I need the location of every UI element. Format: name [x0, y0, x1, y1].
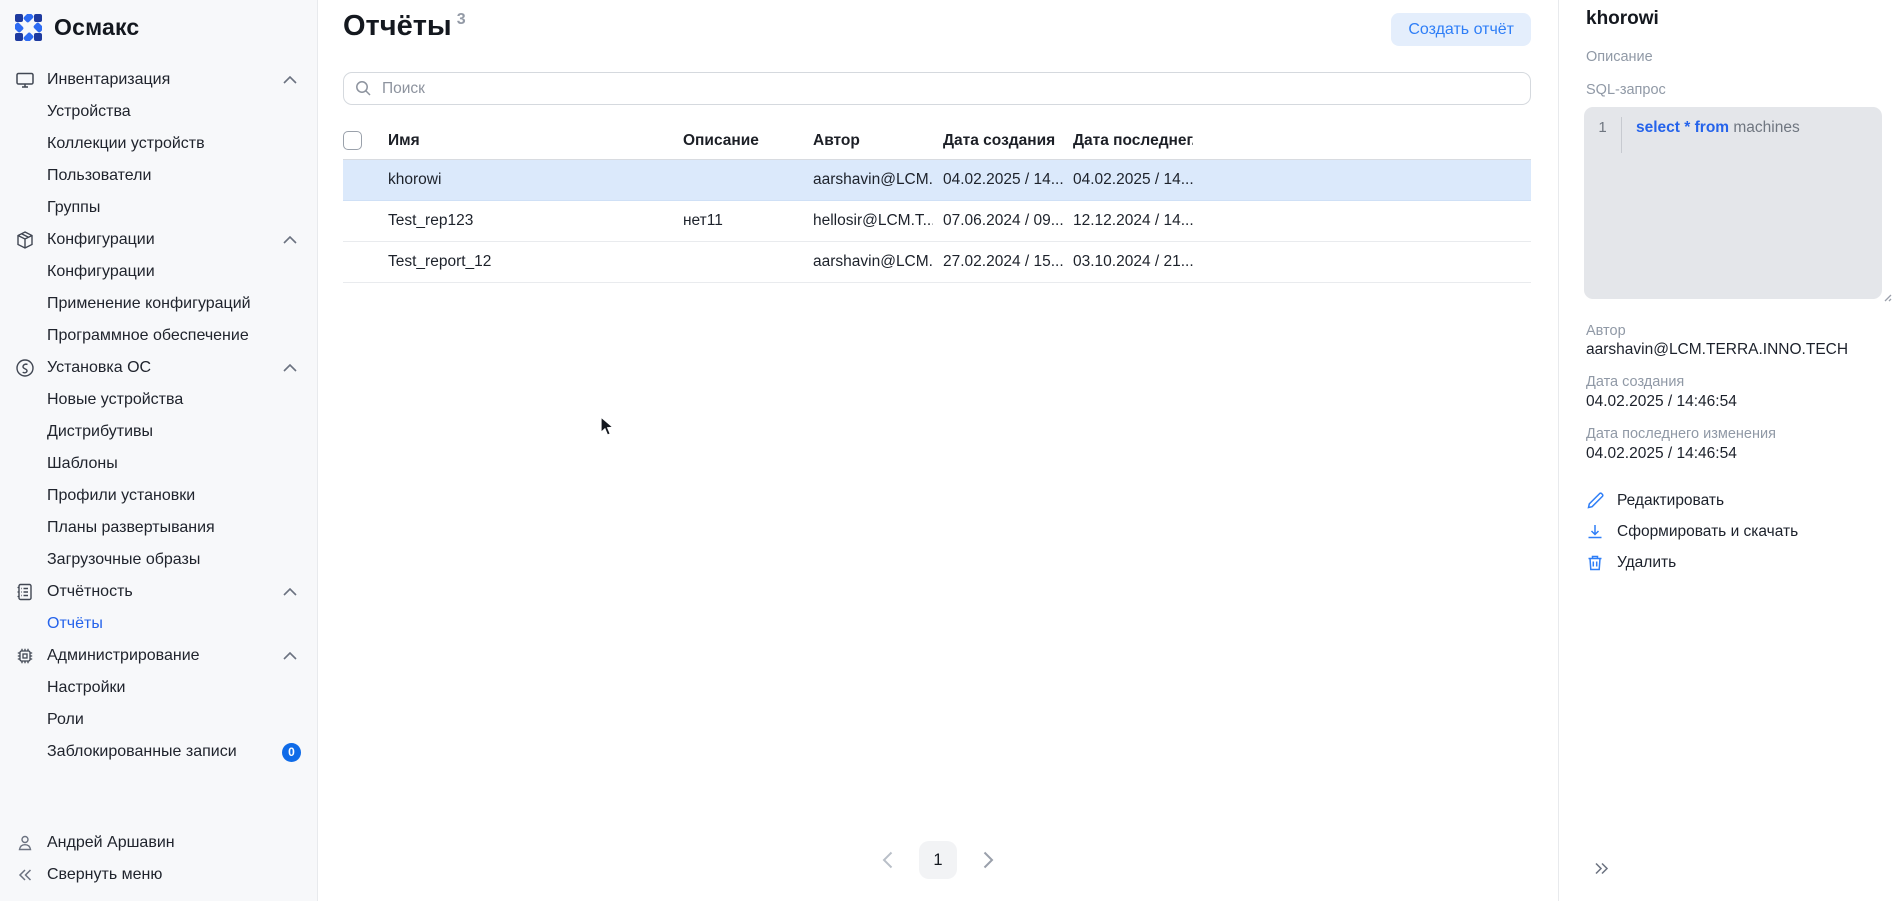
- sidebar-item-device-collections[interactable]: Коллекции устройств: [0, 128, 317, 160]
- sql-label: SQL-запрос: [1586, 82, 1666, 98]
- sidebar-item-blocked-accounts[interactable]: Заблокированные записи 0: [0, 736, 317, 768]
- column-header-name[interactable]: Имя: [388, 132, 673, 150]
- delete-report-button[interactable]: Удалить: [1586, 554, 1676, 572]
- chevron-up-icon: [283, 364, 297, 372]
- select-all-checkbox[interactable]: [343, 131, 362, 150]
- chip-icon: [14, 646, 36, 666]
- app-logo-icon: [15, 14, 42, 41]
- modified-value: 04.02.2025 / 14:46:54: [1586, 445, 1737, 463]
- table-row[interactable]: Test_rep123 нет11 hellosir@LCM.T... 07.0…: [343, 201, 1531, 242]
- column-header-description[interactable]: Описание: [673, 132, 803, 150]
- sidebar-nav: Инвентаризация Устройства Коллекции устр…: [0, 64, 317, 768]
- chevron-up-icon: [283, 236, 297, 244]
- double-chevron-right-icon: [1594, 862, 1609, 875]
- pagination: 1: [318, 841, 1558, 879]
- sidebar-item-roles[interactable]: Роли: [0, 704, 317, 736]
- sidebar-item-reports[interactable]: Отчёты: [0, 608, 317, 640]
- sidebar: Осмакс Инвентаризация Устройства Коллекц…: [0, 0, 318, 901]
- generate-download-button[interactable]: Сформировать и скачать: [1586, 523, 1798, 541]
- report-icon: [14, 582, 36, 602]
- sql-line: 1 select * from machines: [1584, 107, 1882, 147]
- pencil-icon: [1586, 492, 1604, 510]
- blocked-accounts-badge: 0: [282, 743, 301, 762]
- os-install-icon: [14, 358, 36, 378]
- mouse-cursor: [598, 416, 618, 443]
- column-header-modified[interactable]: Дата последнег...: [1063, 132, 1193, 150]
- sidebar-item-boot-images[interactable]: Загрузочные образы: [0, 544, 317, 576]
- sidebar-item-apply-configurations[interactable]: Применение конфигураций: [0, 288, 317, 320]
- edit-report-button[interactable]: Редактировать: [1586, 492, 1724, 510]
- expand-panel-button[interactable]: [1594, 862, 1609, 875]
- created-value: 04.02.2025 / 14:46:54: [1586, 393, 1737, 411]
- download-icon: [1586, 523, 1604, 541]
- user-icon: [14, 834, 36, 852]
- sidebar-footer: Андрей Аршавин Свернуть меню: [0, 827, 317, 891]
- detail-title: khorowi: [1586, 8, 1659, 30]
- chevron-up-icon: [283, 652, 297, 660]
- sql-editor[interactable]: 1 select * from machines: [1584, 107, 1882, 299]
- double-chevron-left-icon: [14, 869, 36, 881]
- table-row[interactable]: khorowi aarshavin@LCM.... 04.02.2025 / 1…: [343, 160, 1531, 201]
- chevron-up-icon: [283, 588, 297, 596]
- app-name: Осмакс: [54, 14, 139, 41]
- sidebar-item-groups[interactable]: Группы: [0, 192, 317, 224]
- page-number-button[interactable]: 1: [919, 841, 957, 879]
- sidebar-section-label: Инвентаризация: [47, 71, 275, 89]
- prev-page-button[interactable]: [882, 851, 893, 869]
- main-content: Отчёты3 Создать отчёт Имя Описание Автор…: [318, 0, 1558, 901]
- column-header-created[interactable]: Дата создания: [933, 132, 1063, 150]
- sidebar-item-users[interactable]: Пользователи: [0, 160, 317, 192]
- sidebar-section-reporting[interactable]: Отчётность: [0, 576, 317, 608]
- sidebar-section-configurations[interactable]: Конфигурации: [0, 224, 317, 256]
- sidebar-item-settings[interactable]: Настройки: [0, 672, 317, 704]
- collapse-menu-label: Свернуть меню: [47, 866, 297, 884]
- table-row[interactable]: Test_report_12 aarshavin@LCM.... 27.02.2…: [343, 242, 1531, 283]
- sidebar-item-software[interactable]: Программное обеспечение: [0, 320, 317, 352]
- chevron-up-icon: [283, 76, 297, 84]
- line-number: 1: [1584, 119, 1621, 147]
- monitor-icon: [14, 70, 36, 90]
- user-name: Андрей Аршавин: [47, 834, 297, 852]
- column-header-author[interactable]: Автор: [803, 132, 933, 150]
- reports-table: Имя Описание Автор Дата создания Дата по…: [343, 122, 1531, 283]
- sidebar-item-templates[interactable]: Шаблоны: [0, 448, 317, 480]
- sidebar-item-deployment-plans[interactable]: Планы развертывания: [0, 512, 317, 544]
- resize-handle-icon[interactable]: [1882, 289, 1892, 307]
- search-input[interactable]: [343, 72, 1531, 105]
- author-label: Автор: [1586, 323, 1626, 339]
- search-icon: [355, 80, 372, 97]
- sidebar-section-inventory[interactable]: Инвентаризация: [0, 64, 317, 96]
- author-value: aarshavin@LCM.TERRA.INNO.TECH: [1586, 341, 1848, 359]
- page-title: Отчёты3: [343, 10, 466, 43]
- modified-label: Дата последнего изменения: [1586, 426, 1776, 442]
- user-menu[interactable]: Андрей Аршавин: [0, 827, 317, 859]
- collapse-menu-button[interactable]: Свернуть меню: [0, 859, 317, 891]
- sidebar-item-install-profiles[interactable]: Профили установки: [0, 480, 317, 512]
- search-bar: [343, 72, 1531, 105]
- package-icon: [14, 230, 36, 250]
- sidebar-section-os-install[interactable]: Установка ОС: [0, 352, 317, 384]
- description-label: Описание: [1586, 49, 1653, 65]
- created-label: Дата создания: [1586, 374, 1684, 390]
- detail-panel: khorowi Описание SQL-запрос 1 select * f…: [1558, 0, 1902, 901]
- sidebar-section-administration[interactable]: Администрирование: [0, 640, 317, 672]
- trash-icon: [1586, 554, 1604, 572]
- app-logo: Осмакс: [15, 14, 139, 41]
- sidebar-item-devices[interactable]: Устройства: [0, 96, 317, 128]
- sidebar-item-distributions[interactable]: Дистрибутивы: [0, 416, 317, 448]
- reports-count: 3: [457, 11, 466, 28]
- table-header-row: Имя Описание Автор Дата создания Дата по…: [343, 122, 1531, 160]
- create-report-button[interactable]: Создать отчёт: [1391, 13, 1531, 46]
- sidebar-item-configurations[interactable]: Конфигурации: [0, 256, 317, 288]
- sidebar-item-new-devices[interactable]: Новые устройства: [0, 384, 317, 416]
- next-page-button[interactable]: [983, 851, 994, 869]
- sql-code: select * from machines: [1622, 119, 1800, 147]
